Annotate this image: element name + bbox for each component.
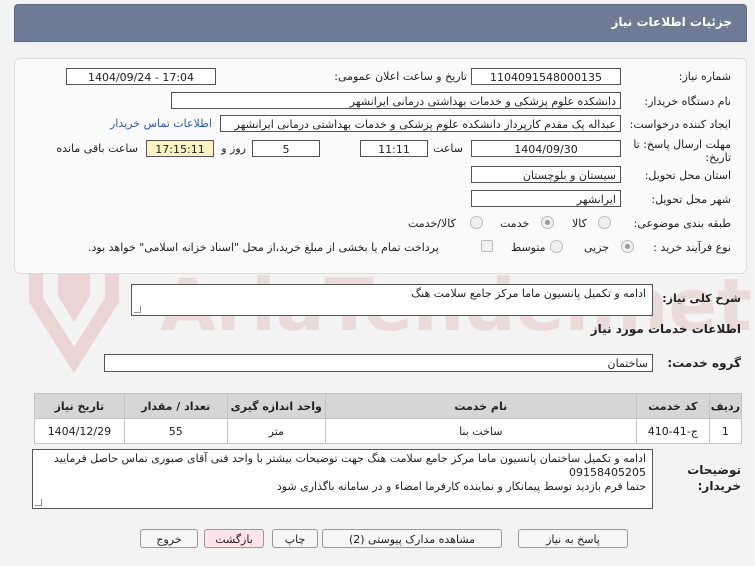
buyer-notes-label: توضیحات خریدار: [687,463,741,493]
page-title: جزئیات اطلاعات نیاز [611,15,732,29]
process-option-medium: متوسط [511,241,546,254]
service-group-field: ساختمان [104,354,653,372]
treasury-checkbox[interactable] [481,240,493,252]
buyer-field: دانشکده علوم پزشکی و خدمات بهداشتی درمان… [171,92,621,109]
category-option-service: خدمت [500,217,530,230]
table-header-row: ردیف کد خدمت نام خدمت واحد اندازه گیری ت… [34,393,743,419]
col-date: تاریخ نیاز [34,393,125,419]
description-text: ادامه و تکمیل پانسیون ماما مرکز جامع سلا… [411,287,646,300]
back-button[interactable]: بازگشت [204,529,264,548]
province-field: سیستان و بلوچستان [471,166,621,183]
need-number-label: شماره نیاز: [678,70,731,83]
col-name: نام خدمت [324,393,637,419]
buyer-notes-field: ادامه و تکمیل ساختمان پانسیون ماما مرکز … [32,449,653,509]
announce-label: تاریخ و ساعت اعلان عمومی: [334,70,467,83]
need-number-field: 1104091548000135 [471,68,621,85]
cell-name: ساخت بنا [324,418,637,444]
col-row: ردیف [708,393,743,419]
treasury-text: پرداخت تمام یا بخشی از مبلغ خرید،از محل … [88,241,439,254]
cell-code: ج-41-410 [635,418,710,444]
buyer-label: نام دستگاه خریدار: [644,95,731,108]
cell-date: 1404/12/29 [34,418,125,444]
category-label: طبقه بندی موضوعی: [633,217,731,230]
print-button[interactable]: چاپ [272,529,318,548]
view-attachments-button[interactable]: مشاهده مدارک پیوستی (2) [322,529,502,548]
deadline-label: مهلت ارسال پاسخ: تا تاریخ: [633,138,731,164]
deadline-time-field: 11:11 [360,140,428,157]
resize-handle-icon[interactable] [134,306,141,313]
page-header: جزئیات اطلاعات نیاز [14,4,747,42]
col-qty: تعداد / مقدار [123,393,228,419]
category-radio-goods-service[interactable] [470,216,483,229]
cell-row: 1 [708,418,743,444]
province-label: استان محل تحویل: [644,169,731,182]
creator-label: ایجاد کننده درخواست: [629,118,731,131]
cell-unit: متر [226,418,326,444]
process-radio-medium[interactable] [550,240,563,253]
reply-button[interactable]: پاسخ به نیاز [518,529,628,548]
resize-handle-icon[interactable] [35,499,42,506]
announce-field: 1404/09/24 - 17:04 [66,68,216,85]
buyer-notes-line1: ادامه و تکمیل ساختمان پانسیون ماما مرکز … [54,452,646,479]
deadline-date-field: 1404/09/30 [471,140,621,157]
col-unit: واحد اندازه گیری [226,393,326,419]
days-field: 5 [252,140,320,157]
services-section-title: اطلاعات خدمات مورد نیاز [590,322,741,336]
description-field: ادامه و تکمیل پانسیون ماما مرکز جامع سلا… [131,284,653,316]
city-label: شهر محل تحویل: [651,193,731,206]
contact-buyer-link[interactable]: اطلاعات تماس خریدار [110,117,212,130]
category-option-goods-service: کالا/خدمت [408,217,456,230]
creator-field: عبداله پک مقدم کارپرداز دانشکده علوم پزش… [220,115,621,132]
city-field: ایرانشهر [471,190,621,207]
process-label: نوع فرآیند خرید : [653,241,731,254]
category-option-goods: کالا [572,217,587,230]
deadline-time-label: ساعت [433,142,463,155]
category-radio-goods[interactable] [598,216,611,229]
table-row: 1 ج-41-410 ساخت بنا متر 55 1404/12/29 [34,418,743,444]
category-radio-service[interactable] [541,216,554,229]
services-table: ردیف کد خدمت نام خدمت واحد اندازه گیری ت… [34,393,743,444]
col-code: کد خدمت [635,393,710,419]
process-option-minor: جزیی [584,241,610,254]
days-label: روز و [221,142,246,155]
buyer-notes-line2: حتما فرم بازدید توسط پیمانکار و نماینده … [276,480,646,493]
service-group-label: گروه خدمت: [667,356,741,370]
description-label: شرح کلی نیاز: [662,292,741,305]
remaining-time-field: 17:15:11 [146,140,214,157]
process-radio-minor[interactable] [621,240,634,253]
remaining-label: ساعت باقی مانده [56,142,138,155]
cell-qty: 55 [123,418,228,444]
exit-button[interactable]: خروج [140,529,198,548]
